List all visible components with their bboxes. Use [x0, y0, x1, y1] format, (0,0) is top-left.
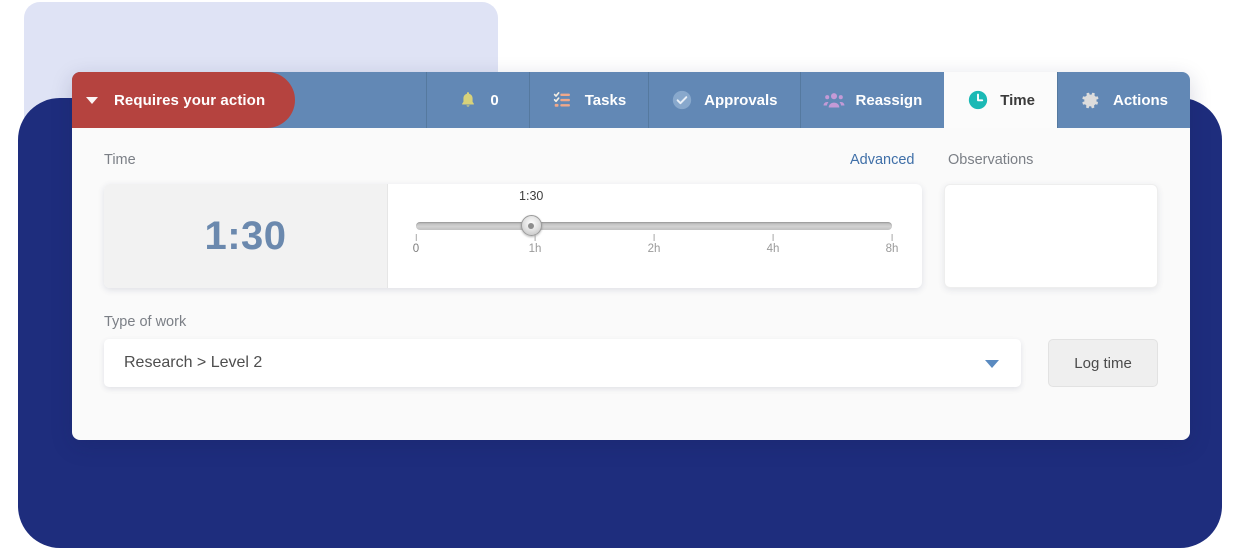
requires-action-banner[interactable]: Requires your action	[72, 72, 296, 128]
tick-mark	[772, 234, 774, 241]
tick-label: 8h	[885, 243, 899, 255]
type-of-work-label: Type of work	[104, 314, 187, 330]
time-value-display[interactable]: 1:30	[104, 184, 388, 288]
tick-mark	[891, 234, 893, 241]
tab-reassign[interactable]: Reassign	[799, 72, 945, 128]
time-slider[interactable]: 1:30	[416, 189, 892, 236]
slider-tick: 1h	[528, 234, 542, 255]
notification-count: 0	[490, 91, 499, 109]
check-circle-icon	[671, 89, 693, 111]
clock-icon	[967, 89, 989, 111]
tab-bar: Requires your action 0 Tasks Approvals R…	[72, 72, 1190, 128]
time-slider-area: 1:30 0 1h 2h 4h 8h	[388, 184, 922, 288]
time-section-label: Time	[104, 152, 136, 168]
advanced-link[interactable]: Advanced	[850, 152, 948, 168]
time-logging-card: Requires your action 0 Tasks Approvals R…	[72, 72, 1190, 440]
tab-tasks-label: Tasks	[584, 91, 627, 109]
tab-approvals[interactable]: Approvals	[648, 72, 799, 128]
slider-tick: 4h	[766, 234, 780, 255]
observations-panel	[944, 184, 1158, 288]
time-value-text: 1:30	[204, 213, 287, 258]
checklist-icon	[552, 89, 574, 111]
chevron-down-icon	[985, 360, 1000, 368]
tick-label: 2h	[647, 243, 661, 255]
tab-time-label: Time	[1000, 91, 1035, 109]
tab-tasks[interactable]: Tasks	[528, 72, 648, 128]
tab-approvals-label: Approvals	[704, 91, 778, 109]
slider-thumb[interactable]: 1:30	[519, 189, 543, 236]
card-body: Time Advanced Observations 1:30 1:30 0 1…	[72, 128, 1190, 387]
tick-label: 0	[412, 243, 420, 255]
tick-mark	[653, 234, 655, 241]
slider-track[interactable]	[416, 222, 892, 230]
log-time-button[interactable]: Log time	[1048, 339, 1158, 387]
tick-mark	[534, 234, 536, 241]
slider-thumb-value: 1:30	[519, 189, 544, 203]
requires-action-label: Requires your action	[114, 91, 266, 109]
gear-icon	[1080, 89, 1102, 111]
type-of-work-select[interactable]: Research > Level 2	[104, 339, 1022, 387]
tick-label: 4h	[766, 243, 780, 255]
bell-icon	[457, 89, 479, 111]
tab-actions[interactable]: Actions	[1056, 72, 1190, 128]
screenshot-stage: Requires your action 0 Tasks Approvals R…	[0, 0, 1238, 550]
type-of-work-value: Research > Level 2	[124, 354, 263, 371]
tick-label: 1h	[528, 243, 542, 255]
time-input-row: 1:30 1:30 0 1h 2h 4h 8h	[104, 184, 1158, 288]
tab-actions-label: Actions	[1112, 91, 1168, 109]
tab-time[interactable]: Time	[944, 72, 1057, 128]
people-group-icon	[823, 89, 845, 111]
section-label-row: Time Advanced Observations	[104, 152, 1158, 178]
slider-tick: 2h	[647, 234, 661, 255]
chevron-down-icon	[86, 96, 98, 104]
tab-reassign-label: Reassign	[855, 91, 923, 109]
work-selection-row: Research > Level 2 Log time	[104, 339, 1158, 387]
tab-notifications[interactable]: 0	[426, 72, 528, 128]
observations-label: Observations	[948, 152, 1034, 168]
observations-input[interactable]	[945, 185, 1157, 287]
tick-mark	[415, 234, 417, 241]
slider-tick: 0	[413, 234, 419, 255]
time-slider-panel: 1:30 1:30 0 1h 2h 4h 8h	[104, 184, 922, 288]
tabbar-spacer	[295, 72, 426, 128]
slider-tick-scale: 0 1h 2h 4h 8h	[413, 234, 898, 262]
slider-tick: 8h	[885, 234, 899, 255]
